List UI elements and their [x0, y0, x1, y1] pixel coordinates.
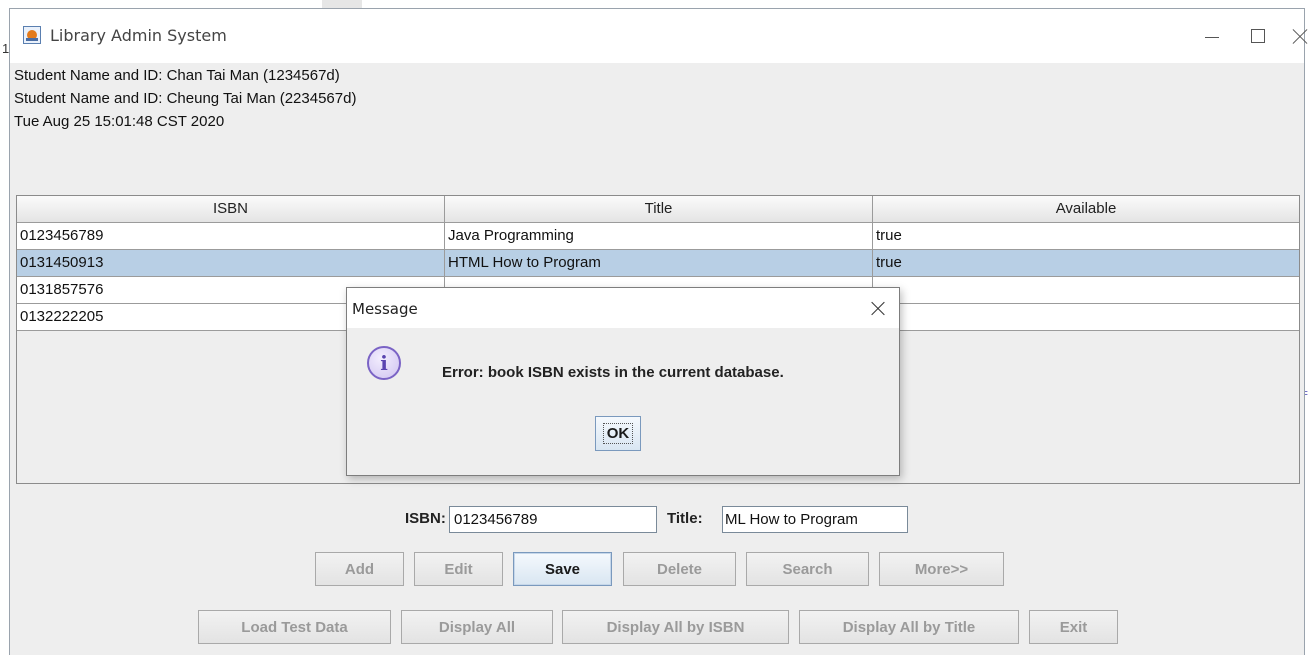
- cell-isbn[interactable]: 0123456789: [17, 223, 445, 250]
- timestamp: Tue Aug 25 15:01:48 CST 2020: [14, 113, 225, 130]
- add-button[interactable]: Add: [315, 552, 404, 586]
- title-label: Title:: [667, 510, 703, 527]
- display-all-button[interactable]: Display All: [401, 610, 553, 644]
- cell-title[interactable]: Java Programming: [445, 223, 873, 250]
- window-title: Library Admin System: [50, 26, 227, 45]
- dialog-close-icon[interactable]: [861, 294, 895, 324]
- table-header: ISBN Title Available: [17, 196, 1299, 223]
- table-row[interactable]: 0123456789 Java Programming true: [17, 223, 1299, 250]
- dialog-title: Message: [352, 300, 418, 318]
- save-button[interactable]: Save: [513, 552, 612, 586]
- dialog-title-bar[interactable]: Message: [347, 288, 899, 328]
- load-test-data-button[interactable]: Load Test Data: [198, 610, 391, 644]
- cell-available[interactable]: [873, 304, 1299, 331]
- information-icon: i: [367, 346, 401, 380]
- table-row-selected[interactable]: 0131450913 HTML How to Program true: [17, 250, 1299, 277]
- dialog-message: Error: book ISBN exists in the current d…: [442, 364, 784, 381]
- column-header-isbn[interactable]: ISBN: [17, 196, 445, 222]
- title-input[interactable]: ML How to Program: [722, 506, 908, 533]
- cell-available[interactable]: true: [873, 250, 1299, 277]
- cell-title[interactable]: HTML How to Program: [445, 250, 873, 277]
- isbn-input[interactable]: 0123456789: [449, 506, 657, 533]
- message-dialog[interactable]: Message i Error: book ISBN exists in the…: [346, 287, 900, 476]
- cell-isbn[interactable]: 0131450913: [17, 250, 445, 277]
- ok-button-label: OK: [602, 423, 634, 444]
- title-bar[interactable]: Library Admin System: [10, 9, 1304, 63]
- background-window-edge: [322, 0, 362, 8]
- student-info-2: Student Name and ID: Cheung Tai Man (223…: [14, 90, 357, 107]
- column-header-available[interactable]: Available: [873, 196, 1299, 222]
- minimize-icon[interactable]: [1192, 19, 1232, 51]
- student-info-1: Student Name and ID: Chan Tai Man (12345…: [14, 67, 340, 84]
- search-button[interactable]: Search: [746, 552, 869, 586]
- more-button[interactable]: More>>: [879, 552, 1004, 586]
- edit-button[interactable]: Edit: [414, 552, 503, 586]
- close-icon[interactable]: [1280, 19, 1309, 51]
- display-all-by-isbn-button[interactable]: Display All by ISBN: [562, 610, 789, 644]
- java-app-icon[interactable]: [23, 26, 41, 44]
- cell-available[interactable]: true: [873, 223, 1299, 250]
- maximize-icon[interactable]: [1237, 19, 1277, 51]
- delete-button[interactable]: Delete: [623, 552, 736, 586]
- exit-button[interactable]: Exit: [1029, 610, 1118, 644]
- isbn-label: ISBN:: [405, 510, 446, 527]
- display-all-by-title-button[interactable]: Display All by Title: [799, 610, 1019, 644]
- ok-button[interactable]: OK: [595, 416, 641, 451]
- cell-available[interactable]: [873, 277, 1299, 304]
- column-header-title[interactable]: Title: [445, 196, 873, 222]
